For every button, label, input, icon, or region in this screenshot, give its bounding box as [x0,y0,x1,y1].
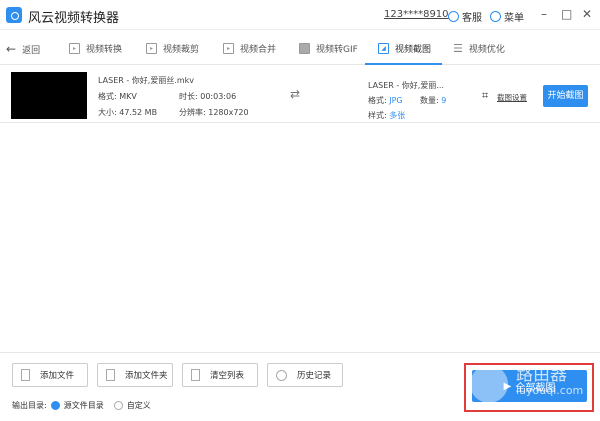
tab-label: 视频优化 [468,45,505,55]
history-button[interactable]: 历史记录 [267,363,343,387]
add-file-button[interactable]: 添加文件 [12,363,88,387]
count-value[interactable]: 9 [441,96,446,105]
output-format[interactable]: JPG [389,96,402,105]
merge-icon: ▸ [223,43,234,54]
service-button[interactable]: 客服 [448,9,482,24]
title-bar: 风云视频转换器 123****8910 客服 菜单 – □ ✕ [0,0,600,30]
radio-source-dir[interactable] [50,401,60,410]
headset-icon [448,11,459,22]
output-name: LASER - 你好,爱丽... [368,81,444,90]
tab-video-merge[interactable]: ▸ 视频合并 [223,42,276,55]
gif-icon [299,43,310,54]
tab-label: 视频转GIF [316,45,358,55]
crop-video-icon: ▸ [146,43,157,54]
tab-label: 视频截图 [395,45,432,55]
service-label: 客服 [462,13,482,24]
tab-label: 视频合并 [240,45,277,55]
crop-icon: ⌗ [482,89,489,102]
file-row: LASER - 你好,爱丽丝.mkv 格式: MKV 时长: 00:03:06 … [0,67,600,123]
tab-video-optimize[interactable]: ☰ 视频优化 [453,42,505,55]
add-folder-label: 添加文件夹 [125,371,168,381]
style-value[interactable]: 多张 [389,111,405,120]
tool-nav: ← 返回 ▸ 视频转换 ▸ 视频裁剪 ▸ 视频合并 视频转GIF ◢ 视频截图 ☰ 视频优化 [0,31,600,65]
back-button[interactable]: ← 返回 [6,42,40,56]
menu-button[interactable]: 菜单 [490,9,524,24]
active-tab-indicator [365,63,442,65]
highlight-box [464,363,594,412]
radio-custom-dir[interactable] [113,401,123,410]
screenshot-settings-link[interactable]: 截图设置 [497,92,527,103]
folder-add-icon [106,369,115,381]
clear-list-label: 清空列表 [210,371,245,381]
screenshot-icon: ◢ [378,43,389,54]
account-link[interactable]: 123****8910 [384,9,449,20]
app-logo-icon [6,7,22,23]
file-size: 大小: 47.52 MB [98,108,158,117]
menu-label: 菜单 [504,13,524,24]
add-folder-button[interactable]: 添加文件夹 [97,363,173,387]
file-resolution: 分辨率: 1280x720 [179,108,249,117]
tab-label: 视频转换 [86,45,123,55]
file-name: LASER - 你好,爱丽丝.mkv [98,76,195,85]
clear-list-button[interactable]: 清空列表 [182,363,258,387]
output-dir-label: 输出目录: [12,401,47,410]
maximize-button[interactable]: □ [561,7,572,21]
source-dir-label: 源文件目录 [63,401,104,410]
arrow-left-icon: ← [6,42,17,56]
style-label: 样式: [368,111,387,120]
app-title: 风云视频转换器 [28,11,120,26]
custom-dir-label: 自定义 [126,401,151,410]
history-label: 历史记录 [297,371,332,381]
tab-video-convert[interactable]: ▸ 视频转换 [69,42,122,55]
count-label: 数量: [420,96,439,105]
close-button[interactable]: ✕ [582,7,592,21]
output-format-label: 格式: [368,96,387,105]
file-format: 格式: MKV [98,92,137,101]
add-file-label: 添加文件 [40,371,75,381]
file-add-icon [21,369,30,381]
start-screenshot-button[interactable]: 开始截图 [543,85,588,107]
video-thumbnail [11,72,87,119]
file-duration: 时长: 00:03:06 [179,92,237,101]
tab-video-crop[interactable]: ▸ 视频裁剪 [146,42,199,55]
shuffle-icon: ⇄ [290,87,301,101]
video-icon: ▸ [69,43,80,54]
sliders-icon: ☰ [453,42,463,55]
menu-icon [490,11,501,22]
tab-video-gif[interactable]: 视频转GIF [299,42,358,55]
tab-label: 视频裁剪 [163,45,200,55]
tab-video-screenshot[interactable]: ◢ 视频截图 [378,42,431,55]
back-label: 返回 [22,45,41,56]
minimize-button[interactable]: – [541,7,547,21]
clock-icon [276,369,287,381]
trash-icon [191,369,200,381]
